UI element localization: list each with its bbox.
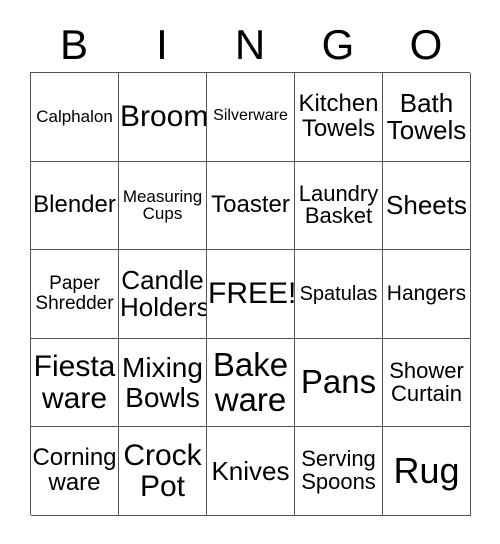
bingo-cell-label: FREE!	[208, 277, 295, 311]
bingo-cell-label: Corning ware	[32, 444, 117, 497]
bingo-cell[interactable]: Measuring Cups	[119, 161, 207, 251]
bingo-cell[interactable]: Rug	[383, 427, 471, 516]
bingo-cell[interactable]: Kitchen Towels	[295, 73, 383, 162]
bingo-cell[interactable]: Toaster	[207, 161, 295, 251]
header-letter-i: I	[156, 21, 168, 68]
bingo-cell[interactable]: Sheets	[383, 161, 471, 251]
bingo-cell-label: Crock Pot	[123, 438, 202, 504]
bingo-cell-label: Rug	[393, 450, 460, 492]
bingo-cell[interactable]: Candle Holders	[119, 250, 207, 339]
bingo-cell[interactable]: Calphalon	[31, 73, 119, 162]
header-letter-g: G	[321, 21, 355, 68]
bingo-cell-label: Calphalon	[36, 106, 113, 126]
bingo-cell[interactable]: Hangers	[383, 250, 471, 339]
bingo-cell-label: Shower Curtain	[389, 357, 464, 406]
bingo-cell[interactable]: Bath Towels	[383, 73, 471, 162]
bingo-cell[interactable]: Paper Shredder	[31, 250, 119, 339]
bingo-cell[interactable]: Spatulas	[295, 250, 383, 339]
bingo-card: B I N G O Calphalon Broom Silverware Kit…	[0, 0, 500, 544]
bingo-cell-label: Measuring Cups	[122, 186, 203, 224]
bingo-header-row: B I N G O	[30, 18, 470, 72]
header-letter-n: N	[234, 21, 266, 68]
bingo-cell[interactable]: Knives	[207, 427, 295, 516]
bingo-cell-label: Hangers	[386, 282, 467, 306]
bingo-cell-label: Fiesta ware	[33, 350, 116, 415]
bingo-cell-label: Laundry Basket	[298, 180, 379, 229]
bingo-cell[interactable]: Corning ware	[31, 427, 119, 516]
bingo-cell[interactable]: Pans	[295, 338, 383, 428]
bingo-cell[interactable]: Crock Pot	[119, 427, 207, 516]
bingo-cell[interactable]: Serving Spoons	[295, 427, 383, 516]
bingo-cell-label: Sheets	[386, 189, 467, 220]
bingo-cell-label: Spatulas	[299, 282, 378, 305]
bingo-cell-label: Kitchen Towels	[298, 89, 379, 142]
bingo-cell[interactable]: Blender	[31, 161, 119, 251]
bingo-cell-label: Pans	[300, 363, 377, 401]
bingo-cell[interactable]: Broom	[119, 73, 207, 162]
bingo-cell-label: Mixing Bowls	[122, 352, 203, 413]
bingo-cell-label: Candle Holders	[120, 264, 207, 322]
bingo-cell[interactable]: Silverware	[207, 73, 295, 162]
bingo-cell-label: Blender	[33, 190, 116, 218]
bingo-cell-label: Bake ware	[212, 346, 289, 418]
bingo-cell[interactable]: Bake ware	[207, 338, 295, 428]
bingo-cell-label: Serving Spoons	[301, 446, 376, 495]
bingo-cell-label: Paper Shredder	[35, 273, 114, 314]
bingo-cell-free[interactable]: FREE!	[207, 250, 295, 339]
bingo-cell-label: Toaster	[211, 190, 290, 218]
bingo-cell-label: Knives	[211, 455, 290, 486]
bingo-cell[interactable]: Mixing Bowls	[119, 338, 207, 428]
bingo-cell-label: Broom	[120, 100, 207, 134]
header-letter-o: O	[409, 21, 443, 68]
header-letter-b: B	[59, 21, 88, 68]
bingo-cell[interactable]: Fiesta ware	[31, 338, 119, 428]
bingo-cell[interactable]: Shower Curtain	[383, 338, 471, 428]
bingo-cell-label: Bath Towels	[386, 87, 467, 145]
bingo-grid: Calphalon Broom Silverware Kitchen Towel…	[30, 72, 471, 516]
bingo-cell[interactable]: Laundry Basket	[295, 161, 383, 251]
bingo-cell-label: Silverware	[213, 107, 288, 125]
